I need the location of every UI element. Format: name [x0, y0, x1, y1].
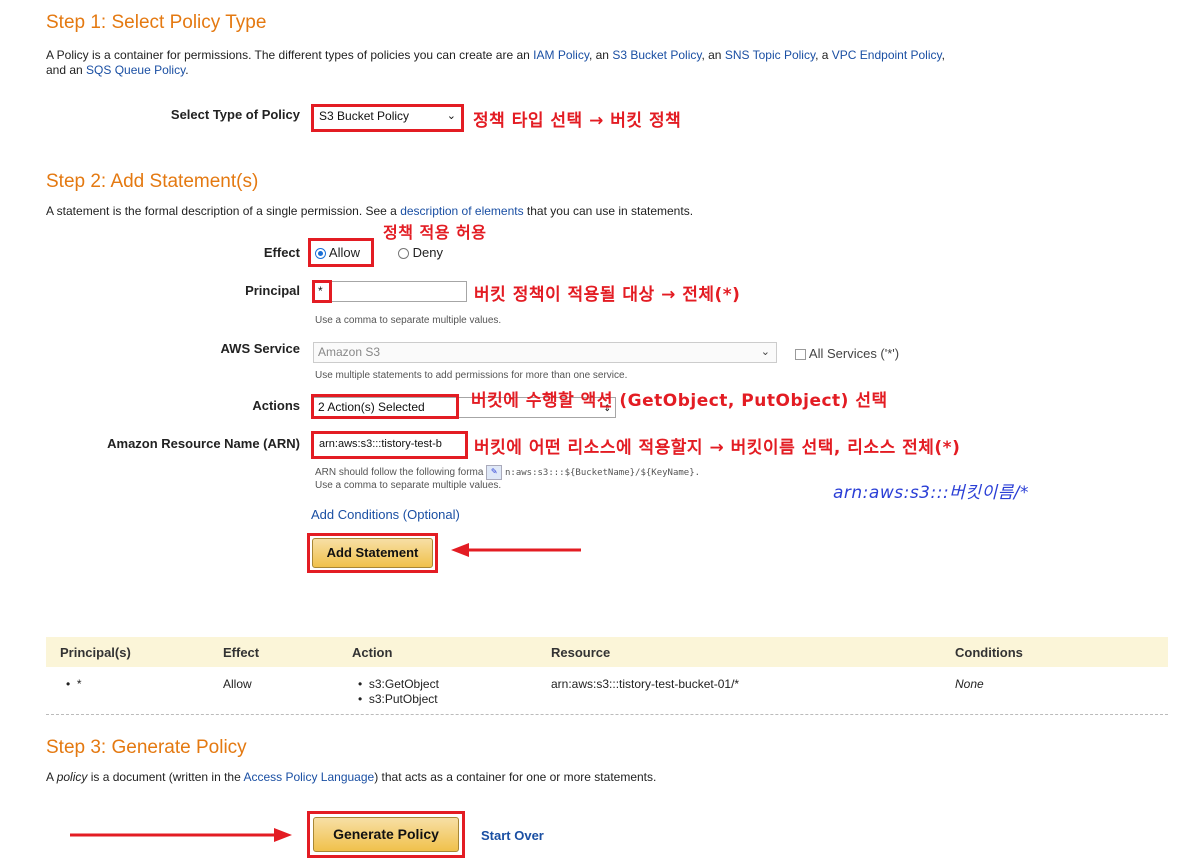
s3-bucket-policy-link[interactable]: S3 Bucket Policy — [612, 48, 701, 62]
all-services-checkbox[interactable] — [795, 349, 806, 361]
actions-label: Actions — [252, 398, 300, 413]
step1-title: Step 1: Select Policy Type — [46, 12, 267, 33]
aws-service-hint: Use multiple statements to add permissio… — [315, 370, 628, 381]
add-conditions-link[interactable]: Add Conditions (Optional) — [311, 507, 460, 522]
row-principal: • * — [66, 677, 82, 691]
effect-label: Effect — [263, 245, 300, 260]
policy-type-select[interactable]: S3 Bucket Policy ⌄ — [315, 107, 460, 128]
aws-service-select[interactable]: Amazon S3 ⌄ — [313, 342, 777, 363]
col-conditions: Conditions — [955, 645, 1023, 660]
table-divider — [46, 714, 1168, 715]
add-statement-button[interactable]: Add Statement — [312, 538, 433, 568]
row-actions: • s3:GetObject • s3:PutObject — [358, 677, 439, 706]
annotation-arn: 버킷에 어떤 리소스에 적용할지 → 버킷이름 선택, 리소스 전체(*) — [474, 438, 961, 458]
col-effect: Effect — [223, 645, 260, 660]
principal-highlight — [312, 280, 332, 303]
sns-topic-policy-link[interactable]: SNS Topic Policy — [725, 48, 815, 62]
col-principals: Principal(s) — [60, 645, 131, 660]
chevron-down-icon: ⌄ — [760, 346, 770, 358]
step3-title: Step 3: Generate Policy — [46, 737, 247, 758]
sqs-queue-policy-link[interactable]: SQS Queue Policy — [86, 63, 185, 77]
red-arrow-icon — [451, 543, 581, 557]
arn-label: Amazon Resource Name (ARN) — [107, 436, 300, 451]
arn-input[interactable]: arn:aws:s3:::tistory-test-b — [315, 435, 465, 456]
step2-description: A statement is the formal description of… — [46, 204, 694, 218]
clipboard-icon[interactable]: ✎ — [486, 465, 503, 480]
access-policy-language-link[interactable]: Access Policy Language — [243, 770, 374, 784]
annotation-principal: 버킷 정책이 적용될 대상 → 전체(*) — [474, 285, 741, 305]
iam-policy-link[interactable]: IAM Policy — [533, 48, 589, 62]
col-resource: Resource — [551, 645, 611, 660]
row-conditions: None — [955, 677, 984, 691]
generate-policy-button[interactable]: Generate Policy — [313, 817, 459, 852]
deny-radio[interactable] — [398, 248, 409, 260]
actions-highlight — [311, 394, 459, 419]
principal-hint: Use a comma to separate multiple values. — [315, 315, 502, 326]
effect-deny-option[interactable]: Deny — [398, 245, 443, 260]
annotation-actions: 버킷에 수행할 액션 (GetObject, PutObject) 선택 — [471, 391, 888, 411]
arn-hint: ARN should follow the following forma ✎ … — [315, 465, 701, 491]
step3-description: A policy is a document (written in the A… — [46, 770, 657, 784]
description-of-elements-link[interactable]: description of elements — [400, 204, 523, 218]
annotation-policy-type: 정책 타입 선택 → 버킷 정책 — [473, 111, 682, 131]
all-services-option[interactable]: All Services ('*') — [795, 346, 899, 361]
red-arrow-icon — [70, 828, 292, 842]
step2-title: Step 2: Add Statement(s) — [46, 171, 259, 192]
principal-label: Principal — [245, 283, 300, 298]
policy-type-label: Select Type of Policy — [170, 107, 300, 122]
annotation-arn-format: arn:aws:s3:::버킷이름/* — [833, 483, 1029, 503]
aws-service-label: AWS Service — [220, 341, 301, 356]
row-effect: Allow — [223, 677, 252, 691]
chevron-down-icon: ⌄ — [446, 110, 456, 122]
step1-description: A Policy is a container for permissions.… — [46, 48, 945, 77]
row-resource: arn:aws:s3:::tistory-test-bucket-01/* — [551, 677, 740, 691]
effect-allow-option[interactable]: Allow — [315, 245, 360, 260]
start-over-link[interactable]: Start Over — [481, 828, 544, 843]
principal-input[interactable]: * — [313, 281, 467, 302]
col-action: Action — [352, 645, 393, 660]
annotation-effect: 정책 적용 허용 — [383, 223, 487, 242]
allow-radio[interactable] — [315, 248, 326, 260]
vpc-endpoint-policy-link[interactable]: VPC Endpoint Policy — [832, 48, 942, 62]
